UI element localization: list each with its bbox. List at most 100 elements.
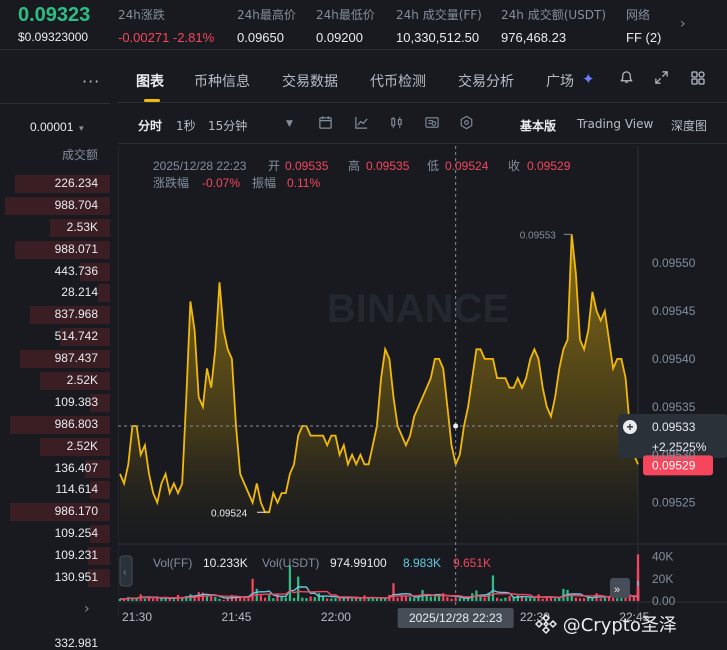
volume-bar bbox=[462, 598, 466, 601]
last-price: 0.09323 bbox=[18, 4, 91, 26]
tab-trade-data[interactable]: 交易数据 bbox=[282, 71, 338, 91]
tab-square[interactable]: 广场 bbox=[546, 71, 574, 91]
book-row[interactable]: 988.704 bbox=[0, 195, 110, 217]
chart-area[interactable]: BINANCE 0.09524 0.09553 +0.09533 +2.2525% 0.… bbox=[117, 146, 727, 650]
ohlc-date: 2025/12/28 22:23 bbox=[153, 159, 247, 173]
stat-label: 24h 成交量(FF) bbox=[396, 8, 482, 22]
volume-bar bbox=[280, 597, 283, 601]
last-price-usd: $0.09323000 bbox=[18, 30, 89, 44]
book-row[interactable]: 114.614 bbox=[0, 479, 110, 501]
book-row[interactable]: 2.52K bbox=[0, 370, 110, 392]
volume-bar bbox=[284, 597, 287, 601]
tab-token-check[interactable]: 代币检测 bbox=[370, 71, 426, 91]
book-row[interactable]: 109.254 bbox=[0, 523, 110, 545]
volume-bar bbox=[243, 597, 246, 601]
mode-tradingview[interactable]: Trading View bbox=[577, 117, 653, 131]
book-row[interactable]: 136.407 bbox=[0, 458, 110, 480]
volume-bar bbox=[222, 599, 225, 601]
stat-label: 24h最低价 bbox=[316, 8, 375, 22]
line-chart-icon[interactable] bbox=[354, 115, 369, 134]
interval-1s[interactable]: 1秒 bbox=[176, 117, 196, 134]
volume-bar bbox=[549, 597, 553, 601]
tab-trade-analysis[interactable]: 交易分析 bbox=[458, 71, 514, 91]
tab-chart[interactable]: 图表 bbox=[136, 71, 164, 91]
indicator-settings-icon[interactable] bbox=[424, 115, 440, 134]
chevron-left-icon: ‹ bbox=[123, 567, 126, 578]
interval-15m[interactable]: 15分钟 bbox=[208, 117, 247, 134]
caret-down-icon[interactable]: ▼ bbox=[286, 119, 293, 129]
more-icon[interactable]: ··· bbox=[82, 72, 100, 91]
book-row[interactable]: 130.951 bbox=[0, 567, 110, 589]
volume-bar bbox=[491, 575, 495, 601]
book-row[interactable]: 109.383 bbox=[0, 392, 110, 414]
mode-depth[interactable]: 深度图 bbox=[671, 117, 707, 134]
volume-bar bbox=[504, 597, 507, 601]
volume-bar bbox=[268, 594, 271, 601]
tab-coin-info[interactable]: 币种信息 bbox=[194, 71, 250, 91]
volume-bar bbox=[433, 596, 437, 601]
book-row[interactable]: 2.52K bbox=[0, 436, 110, 458]
book-row[interactable]: 986.170 bbox=[0, 501, 110, 523]
volume-bar bbox=[591, 598, 594, 601]
volume-bar bbox=[172, 599, 176, 601]
volume-bar bbox=[524, 597, 528, 601]
stat-24h-low: 24h最低价 0.09200 bbox=[316, 6, 375, 45]
stat-24h-turnover: 24h 成交额(USDT) 976,468.23 bbox=[501, 6, 606, 45]
candlestick-icon[interactable] bbox=[389, 115, 404, 134]
volume-bar bbox=[495, 597, 499, 601]
book-row[interactable]: 988.071 bbox=[0, 239, 110, 261]
expand-icon[interactable] bbox=[654, 70, 669, 89]
mode-basic[interactable]: 基本版 bbox=[520, 117, 556, 134]
book-row[interactable]: 28.214 bbox=[0, 282, 110, 304]
layout-grid-icon[interactable] bbox=[690, 70, 706, 90]
interval-timeshare[interactable]: 分时 bbox=[138, 117, 162, 134]
book-row[interactable]: 443.736 bbox=[0, 261, 110, 283]
bell-icon[interactable] bbox=[619, 70, 634, 89]
book-row[interactable]: 109.231 bbox=[0, 545, 110, 567]
book-row-amount: 28.214 bbox=[61, 285, 98, 300]
settings-hex-icon[interactable] bbox=[459, 115, 474, 134]
book-row-amount: 837.968 bbox=[54, 307, 98, 322]
chevron-right-icon[interactable]: › bbox=[680, 16, 686, 32]
volume-bar bbox=[143, 598, 146, 601]
vol-ff-label: Vol(FF) bbox=[153, 556, 192, 570]
book-row-amount: 130.951 bbox=[54, 570, 98, 585]
sparkle-icon: ✦ bbox=[582, 70, 595, 88]
precision-select[interactable]: 0.00001 ▼ bbox=[30, 120, 85, 134]
book-rows: 226.234 988.704 2.53K 988.071 443.736 28.214 8… bbox=[0, 173, 110, 589]
book-row[interactable]: 2.53K bbox=[0, 217, 110, 239]
book-row[interactable]: 226.234 bbox=[0, 173, 110, 195]
volume-bar bbox=[259, 595, 263, 601]
book-row[interactable]: 986.803 bbox=[0, 414, 110, 436]
volume-bar bbox=[152, 598, 155, 601]
order-book: ··· 0.00001 ▼ 成交额 226.234 988.704 2.53K 988.… bbox=[0, 58, 110, 650]
volume-bar bbox=[574, 597, 577, 601]
volume-bar bbox=[210, 596, 213, 601]
volume-bar bbox=[404, 596, 408, 601]
chevron-right-icon[interactable]: › bbox=[84, 601, 90, 617]
volume-bar bbox=[500, 598, 503, 601]
vol-ma1: 8.983K bbox=[403, 556, 441, 570]
volume-bar bbox=[371, 598, 374, 601]
volume-bar bbox=[529, 598, 532, 601]
volume-bar bbox=[450, 598, 453, 601]
book-row[interactable]: 987.437 bbox=[0, 348, 110, 370]
book-row[interactable]: 514.742 bbox=[0, 326, 110, 348]
price-axis-label: 0.09540 bbox=[652, 352, 696, 366]
stat-value: FF (2) bbox=[626, 30, 662, 45]
book-row-amount: 443.736 bbox=[54, 263, 98, 278]
volume-bar bbox=[334, 598, 337, 601]
stat-label: 24h最高价 bbox=[237, 8, 296, 22]
stat-network[interactable]: 网络 FF (2) bbox=[626, 6, 661, 45]
author-name: @Crypto圣泽 bbox=[562, 615, 677, 636]
calendar-icon[interactable] bbox=[318, 115, 333, 134]
book-row-amount: 114.614 bbox=[55, 482, 99, 497]
double-chevron-right-icon: » bbox=[614, 584, 620, 596]
stat-value: 10,330,512.50 bbox=[396, 30, 480, 45]
price-chart[interactable]: BINANCE 0.095240.09553+ 0.09533+2.2525%0.… bbox=[117, 146, 727, 650]
volume-bar bbox=[272, 598, 275, 601]
stat-24h-high: 24h最高价 0.09650 bbox=[237, 6, 296, 45]
book-row[interactable]: 837.968 bbox=[0, 304, 110, 326]
author-watermark: @Crypto圣泽 bbox=[534, 611, 677, 637]
ohlc-amplitude-label: 振幅 bbox=[252, 175, 276, 190]
